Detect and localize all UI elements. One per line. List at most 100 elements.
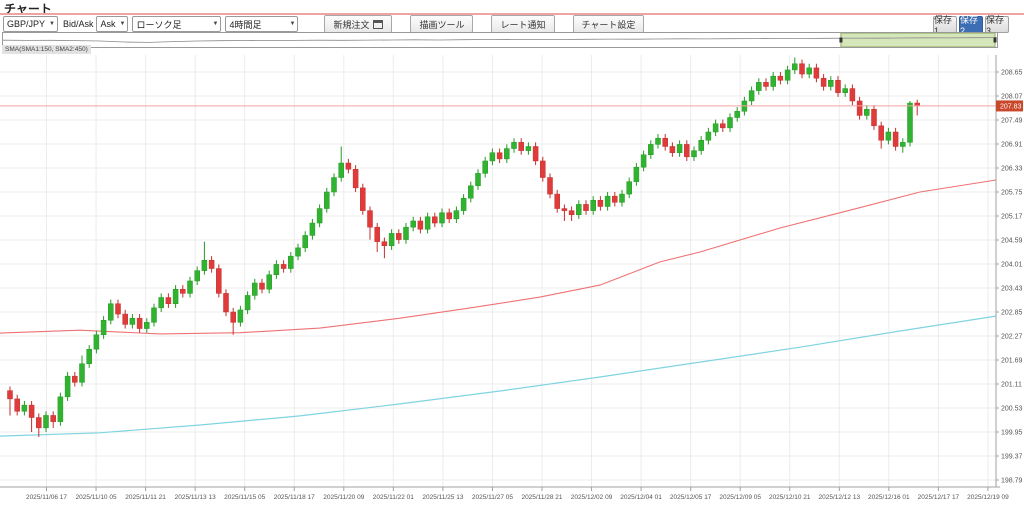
candle-body [749,91,754,101]
candle-body [821,78,826,86]
x-axis-label: 2025/12/05 17 [670,494,712,501]
candle-body [260,283,265,289]
candle-body [814,68,819,78]
candle-body [454,211,459,219]
candle-body [663,138,668,146]
currency-pair-select[interactable]: GBP/JPY ▼ [3,16,58,32]
candle-body [8,391,13,399]
candle-body [598,200,603,206]
candle-body [123,314,128,324]
candle-body [684,144,689,156]
drawing-tools-label: 描画ツール [419,18,464,31]
candle-body [346,163,351,169]
candle-body [332,178,337,192]
candle-body [706,132,711,140]
candle-body [87,349,92,363]
y-axis-label: 206.33 [1001,166,1023,173]
y-axis-label: 202.27 [1001,334,1023,341]
candle-body [864,109,869,115]
x-axis-label: 2025/12/09 05 [719,494,761,501]
candle-body [447,213,452,219]
trading-chart-page: { "header": { "title": "チャート" }, "toolba… [0,0,1024,505]
save-slot-1-button[interactable]: 保存1 [933,16,957,33]
y-axis-label: 205.75 [1001,190,1023,197]
candle-body [310,223,315,235]
candle-body [80,364,85,383]
candle-body [173,289,178,303]
candle-body [238,310,243,322]
save-slot-2-button[interactable]: 保存2 [959,16,983,33]
candle-body [879,126,884,140]
candle-body [900,142,905,146]
candle-body [576,204,581,214]
candle-body [353,169,358,188]
x-axis-label: 2025/12/19 09 [967,494,1009,501]
candle-body [188,281,193,293]
x-axis-label: 2025/11/10 05 [76,494,117,501]
candle-body [519,142,524,150]
rate-alert-button[interactable]: レート通知 [491,15,554,33]
y-axis-label: 202.85 [1001,310,1023,317]
candle-body [677,144,682,152]
candle-body [692,151,697,157]
drawing-tools-button[interactable]: 描画ツール [410,15,473,33]
candle-body [886,132,891,140]
x-axis-label: 2025/11/25 13 [422,494,463,501]
candle-body [404,227,409,239]
y-axis-label: 204.59 [1001,238,1023,245]
candle-body [468,186,473,198]
candle-body [224,293,229,312]
new-order-label: 新規注文 [333,18,369,31]
navigator-handle-left[interactable] [839,38,842,43]
y-axis-label: 205.17 [1001,214,1023,221]
timeframe-select[interactable]: 4時間足 ▼ [225,16,298,32]
chart-type-select[interactable]: ローソク足 ▼ [132,16,221,32]
candle-body [764,82,769,86]
candle-body [728,118,733,128]
y-axis-label: 203.43 [1001,286,1023,293]
chart-settings-button[interactable]: チャート設定 [573,15,645,33]
candle-body [375,227,380,241]
candle-body [22,405,27,411]
candle-body [771,76,776,86]
candle-body [720,124,725,128]
candle-body [267,275,272,289]
candle-body [461,198,466,210]
x-axis-label: 2025/11/11 21 [125,494,166,501]
candle-body [231,312,236,322]
navigator-handle-right[interactable] [994,38,997,43]
save-slot-3-button[interactable]: 保存3 [985,16,1009,33]
candle-body [533,146,538,160]
y-axis-label: 207.49 [1001,118,1023,125]
candle-body [792,64,797,70]
candle-body [497,153,502,159]
candle-body [137,318,142,328]
main-chart-area[interactable]: 208.65208.07207.49206.91206.33205.75205.… [0,55,1024,505]
y-axis-label: 199.37 [1001,454,1023,461]
candle-body [51,415,56,421]
candle-body [317,209,322,223]
candle-body [418,221,423,229]
candle-body [591,200,596,210]
bid-ask-select[interactable]: Ask ▼ [96,16,128,32]
candle-body [713,124,718,132]
y-axis-label: 200.53 [1001,406,1023,413]
candle-body [627,182,632,194]
x-axis-label: 2025/11/27 05 [472,494,513,501]
candle-body [202,260,207,270]
candle-body [634,167,639,181]
new-order-button[interactable]: 新規注文 [324,15,392,33]
chart-range-navigator[interactable] [2,32,998,48]
candle-body [209,260,214,268]
candle-body [195,271,200,281]
x-axis-label: 2025/12/02 09 [571,494,613,501]
candle-body [555,194,560,208]
y-axis-label: 208.65 [1001,70,1023,77]
candle-body [476,173,481,185]
chevron-down-icon: ▼ [213,21,219,27]
candle-body [620,194,625,202]
x-axis-label: 2025/11/20 09 [323,494,364,501]
candle-body [605,196,610,206]
candles-group [8,58,920,437]
navigator-svg [3,33,997,47]
